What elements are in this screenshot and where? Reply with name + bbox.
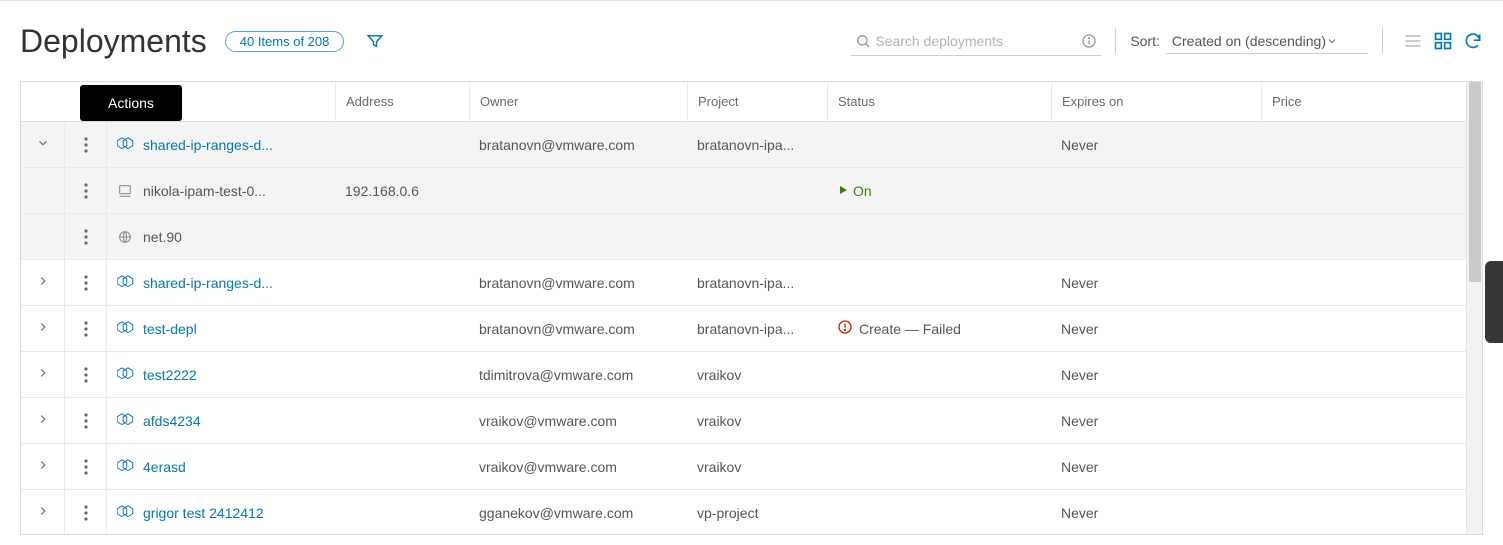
deployment-icon xyxy=(117,412,135,430)
list-view-icon[interactable] xyxy=(1403,31,1423,51)
expand-icon[interactable] xyxy=(36,274,50,291)
row-actions-menu[interactable] xyxy=(84,367,88,383)
row-actions-menu[interactable] xyxy=(84,413,88,429)
deployment-name-link[interactable]: test2222 xyxy=(143,367,197,383)
sort-control: Sort: Created on (descending) xyxy=(1130,29,1368,54)
deployment-name-link[interactable]: shared-ip-ranges-d... xyxy=(143,275,273,291)
grid-header-row: Address Owner Project Status Expires on … xyxy=(21,82,1482,122)
row-actions-menu[interactable] xyxy=(84,459,88,475)
expand-icon[interactable] xyxy=(36,320,50,337)
table-row[interactable]: 4erasd vraikov@vmware.com vraikov Never xyxy=(21,444,1482,490)
deployment-name-link[interactable]: shared-ip-ranges-d... xyxy=(143,137,273,153)
side-drawer-handle[interactable] xyxy=(1485,261,1503,343)
row-actions-menu[interactable] xyxy=(84,321,88,337)
row-actions-menu[interactable] xyxy=(84,275,88,291)
deployment-icon xyxy=(117,366,135,384)
top-bar: Deployments 40 Items of 208 Sort: xyxy=(0,1,1503,81)
error-icon xyxy=(837,319,853,338)
row-actions-menu[interactable] xyxy=(84,505,88,521)
table-child-row[interactable]: net.90 xyxy=(21,214,1482,260)
deployment-name-link[interactable]: 4erasd xyxy=(143,459,186,475)
grid-body: shared-ip-ranges-d... bratanovn@vmware.c… xyxy=(21,122,1482,535)
filter-icon[interactable] xyxy=(366,32,384,50)
status-failed: Create — Failed xyxy=(837,319,961,338)
expand-icon[interactable] xyxy=(36,412,50,429)
table-row[interactable]: grigor test 2412412 gganekov@vmware.com … xyxy=(21,490,1482,535)
row-actions-menu[interactable] xyxy=(84,183,88,199)
deployment-name-link[interactable]: test-depl xyxy=(143,321,197,337)
info-icon[interactable] xyxy=(1081,33,1097,49)
search-icon xyxy=(855,33,871,49)
cell-project: bratanovn-ipa... xyxy=(687,137,827,153)
deployment-icon xyxy=(117,136,135,154)
row-actions-menu[interactable] xyxy=(84,137,88,153)
separator xyxy=(1382,28,1383,54)
vm-icon xyxy=(117,183,133,199)
resource-name: net.90 xyxy=(143,229,182,245)
collapse-icon[interactable] xyxy=(36,136,50,153)
resource-name: nikola-ipam-test-0... xyxy=(143,183,266,199)
table-child-row[interactable]: nikola-ipam-test-0... 192.168.0.6 On xyxy=(21,168,1482,214)
cell-owner: bratanovn@vmware.com xyxy=(469,137,687,153)
deployment-icon xyxy=(117,458,135,476)
expand-icon[interactable] xyxy=(36,458,50,475)
page-title: Deployments xyxy=(20,23,207,60)
cell-expires: Never xyxy=(1051,137,1261,153)
status-on: On xyxy=(837,183,872,199)
col-price[interactable]: Price xyxy=(1261,82,1461,121)
table-row[interactable]: afds4234 vraikov@vmware.com vraikov Neve… xyxy=(21,398,1482,444)
item-count-pill[interactable]: 40 Items of 208 xyxy=(225,31,345,52)
col-project[interactable]: Project xyxy=(687,82,827,121)
table-row[interactable]: test2222 tdimitrova@vmware.com vraikov N… xyxy=(21,352,1482,398)
play-icon xyxy=(837,183,849,199)
table-row[interactable]: shared-ip-ranges-d... bratanovn@vmware.c… xyxy=(21,122,1482,168)
deployment-icon xyxy=(117,320,135,338)
network-icon xyxy=(117,229,133,245)
separator xyxy=(1115,28,1116,54)
table-row[interactable]: shared-ip-ranges-d... bratanovn@vmware.c… xyxy=(21,260,1482,306)
sort-select[interactable]: Created on (descending) xyxy=(1166,29,1368,54)
deployment-icon xyxy=(117,504,135,522)
table-row[interactable]: test-depl bratanovn@vmware.com bratanovn… xyxy=(21,306,1482,352)
row-actions-menu[interactable] xyxy=(84,229,88,245)
refresh-icon[interactable] xyxy=(1463,31,1483,51)
sort-label: Sort: xyxy=(1130,33,1160,49)
chevron-down-icon xyxy=(1326,35,1338,47)
col-address[interactable]: Address xyxy=(335,82,469,121)
deployment-icon xyxy=(117,274,135,292)
actions-tooltip: Actions xyxy=(80,85,182,121)
search-input-wrap xyxy=(851,27,1101,56)
deployment-name-link[interactable]: grigor test 2412412 xyxy=(143,505,264,521)
cell-address: 192.168.0.6 xyxy=(335,183,469,199)
grid-view-icon[interactable] xyxy=(1433,31,1453,51)
col-status[interactable]: Status xyxy=(827,82,1051,121)
col-expires[interactable]: Expires on xyxy=(1051,82,1261,121)
vertical-scrollbar[interactable] xyxy=(1466,82,1482,534)
expand-icon[interactable] xyxy=(36,504,50,521)
expand-icon[interactable] xyxy=(36,366,50,383)
deployments-grid: Address Owner Project Status Expires on … xyxy=(20,81,1483,535)
search-input[interactable] xyxy=(871,29,1081,53)
col-owner[interactable]: Owner xyxy=(469,82,687,121)
deployment-name-link[interactable]: afds4234 xyxy=(143,413,201,429)
sort-value: Created on (descending) xyxy=(1172,33,1326,49)
